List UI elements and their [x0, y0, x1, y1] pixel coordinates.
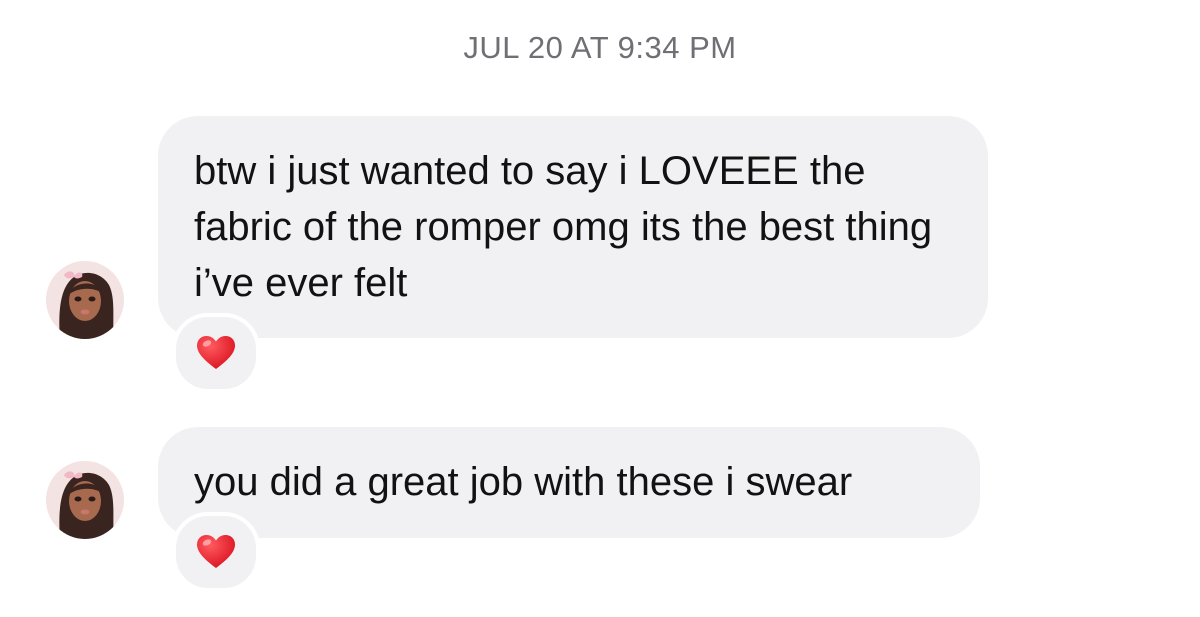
heart-icon: [197, 535, 235, 568]
message-bubble[interactable]: you did a great job with these i swear: [158, 427, 980, 538]
sender-avatar[interactable]: [46, 461, 124, 539]
sender-avatar[interactable]: [46, 261, 124, 339]
message-reaction[interactable]: [172, 512, 260, 592]
message-text: btw i just wanted to say i LOVEEE the fa…: [194, 149, 933, 305]
avatar-image: [46, 461, 124, 539]
avatar-image: [46, 261, 124, 339]
message-reaction[interactable]: [172, 313, 260, 393]
message-text: you did a great job with these i swear: [194, 460, 853, 504]
message-bubble[interactable]: btw i just wanted to say i LOVEEE the fa…: [158, 116, 988, 338]
message-timestamp: JUL 20 AT 9:34 PM: [463, 30, 737, 65]
heart-icon: [197, 336, 235, 369]
